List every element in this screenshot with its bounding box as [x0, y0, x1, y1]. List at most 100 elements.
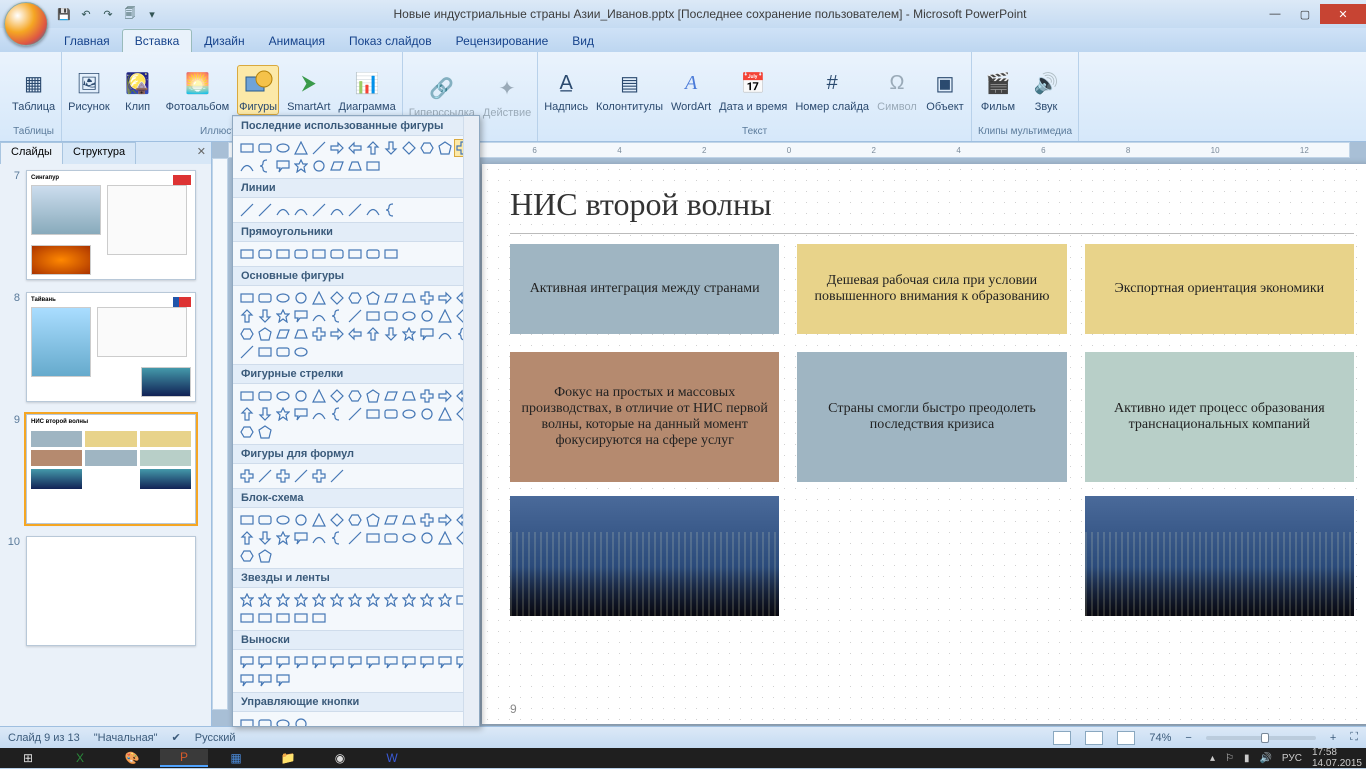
- shape-option[interactable]: [275, 308, 291, 324]
- shape-option[interactable]: [239, 406, 255, 422]
- shape-option[interactable]: [275, 592, 291, 608]
- shape-option[interactable]: [383, 654, 399, 670]
- shape-option[interactable]: [437, 388, 453, 404]
- shape-option[interactable]: [257, 246, 273, 262]
- qat-dropdown-icon[interactable]: ▾: [144, 6, 160, 22]
- shape-option[interactable]: [239, 388, 255, 404]
- shape-option[interactable]: [275, 530, 291, 546]
- shape-option[interactable]: [311, 388, 327, 404]
- shape-option[interactable]: [311, 202, 327, 218]
- zoom-percent[interactable]: 74%: [1149, 732, 1171, 744]
- shape-option[interactable]: [365, 654, 381, 670]
- shape-option[interactable]: [275, 406, 291, 422]
- tray-action-center-icon[interactable]: ⚐: [1225, 753, 1234, 764]
- slide-thumbnails[interactable]: 7 Сингапур 8 Тайвань 9 НИС второй волны …: [0, 164, 211, 726]
- shape-option[interactable]: [275, 158, 291, 174]
- outline-tab[interactable]: Структура: [62, 142, 136, 164]
- shape-option[interactable]: [311, 246, 327, 262]
- shape-option[interactable]: [293, 716, 309, 727]
- shape-option[interactable]: [239, 290, 255, 306]
- shape-option[interactable]: [365, 202, 381, 218]
- shape-option[interactable]: [419, 388, 435, 404]
- start-button[interactable]: ⊞: [4, 749, 52, 767]
- tray-volume-icon[interactable]: 🔊: [1259, 753, 1271, 764]
- city-image-2[interactable]: [1085, 496, 1354, 616]
- slide-card-5[interactable]: Страны смогли быстро преодолеть последст…: [797, 352, 1066, 482]
- shape-option[interactable]: [437, 406, 453, 422]
- shape-option[interactable]: [275, 672, 291, 688]
- shape-option[interactable]: [293, 530, 309, 546]
- shape-option[interactable]: [437, 512, 453, 528]
- task-chrome[interactable]: ◉: [316, 749, 364, 767]
- shape-option[interactable]: [419, 512, 435, 528]
- task-explorer[interactable]: 📁: [264, 749, 312, 767]
- shape-option[interactable]: [437, 308, 453, 324]
- shape-option[interactable]: [239, 610, 255, 626]
- zoom-out-button[interactable]: −: [1185, 732, 1191, 744]
- shape-option[interactable]: [329, 388, 345, 404]
- shape-option[interactable]: [401, 530, 417, 546]
- shape-option[interactable]: [275, 388, 291, 404]
- shape-option[interactable]: [347, 246, 363, 262]
- shape-option[interactable]: [239, 672, 255, 688]
- slides-tab[interactable]: Слайды: [0, 142, 63, 164]
- shape-option[interactable]: [239, 246, 255, 262]
- shape-option[interactable]: [329, 140, 345, 156]
- shape-option[interactable]: [311, 592, 327, 608]
- shape-option[interactable]: [347, 158, 363, 174]
- shape-option[interactable]: [437, 140, 453, 156]
- shape-option[interactable]: [257, 592, 273, 608]
- slide-thumb-7[interactable]: 7 Сингапур: [6, 170, 205, 280]
- shape-option[interactable]: [329, 530, 345, 546]
- shape-option[interactable]: [293, 468, 309, 484]
- slide-card-1[interactable]: Активная интеграция между странами: [510, 244, 779, 334]
- shape-option[interactable]: [437, 592, 453, 608]
- shape-option[interactable]: [401, 388, 417, 404]
- shape-option[interactable]: [239, 424, 255, 440]
- shape-option[interactable]: [293, 308, 309, 324]
- shape-option[interactable]: [365, 158, 381, 174]
- shape-option[interactable]: [347, 290, 363, 306]
- slide-title[interactable]: НИС второй волны: [510, 186, 1354, 223]
- shape-option[interactable]: [293, 158, 309, 174]
- close-panel-button[interactable]: ✕: [191, 142, 212, 164]
- shape-option[interactable]: [275, 512, 291, 528]
- tab-insert[interactable]: Вставка: [122, 29, 193, 52]
- shape-option[interactable]: [383, 308, 399, 324]
- shape-option[interactable]: [365, 290, 381, 306]
- shape-option[interactable]: [293, 246, 309, 262]
- clip-button[interactable]: 🎑Клип: [118, 67, 158, 113]
- task-word[interactable]: W: [368, 749, 416, 767]
- shape-option[interactable]: [293, 388, 309, 404]
- shape-option[interactable]: [257, 158, 273, 174]
- chart-button[interactable]: 📊Диаграмма: [339, 67, 396, 113]
- shape-option[interactable]: [365, 246, 381, 262]
- tray-network-icon[interactable]: ▮: [1244, 753, 1250, 764]
- shape-option[interactable]: [257, 326, 273, 342]
- tab-view[interactable]: Вид: [560, 30, 606, 52]
- shape-option[interactable]: [311, 406, 327, 422]
- shape-option[interactable]: [293, 610, 309, 626]
- shape-option[interactable]: [419, 308, 435, 324]
- shape-option[interactable]: [257, 548, 273, 564]
- shape-option[interactable]: [347, 388, 363, 404]
- zoom-slider[interactable]: [1206, 736, 1316, 740]
- shape-option[interactable]: [347, 140, 363, 156]
- shape-option[interactable]: [293, 202, 309, 218]
- tab-home[interactable]: Главная: [52, 30, 122, 52]
- shape-option[interactable]: [347, 654, 363, 670]
- shape-option[interactable]: [275, 290, 291, 306]
- shape-option[interactable]: [329, 202, 345, 218]
- shape-option[interactable]: [329, 592, 345, 608]
- shape-option[interactable]: [329, 654, 345, 670]
- shape-option[interactable]: [257, 344, 273, 360]
- shape-option[interactable]: [401, 654, 417, 670]
- shape-option[interactable]: [293, 654, 309, 670]
- qat-repeat-icon[interactable]: 🗐: [122, 6, 138, 22]
- shape-option[interactable]: [293, 290, 309, 306]
- slide-thumb-10[interactable]: 10: [6, 536, 205, 646]
- movie-button[interactable]: 🎬Фильм: [978, 67, 1018, 113]
- fit-button[interactable]: ⛶: [1350, 731, 1358, 744]
- shape-option[interactable]: [239, 326, 255, 342]
- shape-option[interactable]: [239, 344, 255, 360]
